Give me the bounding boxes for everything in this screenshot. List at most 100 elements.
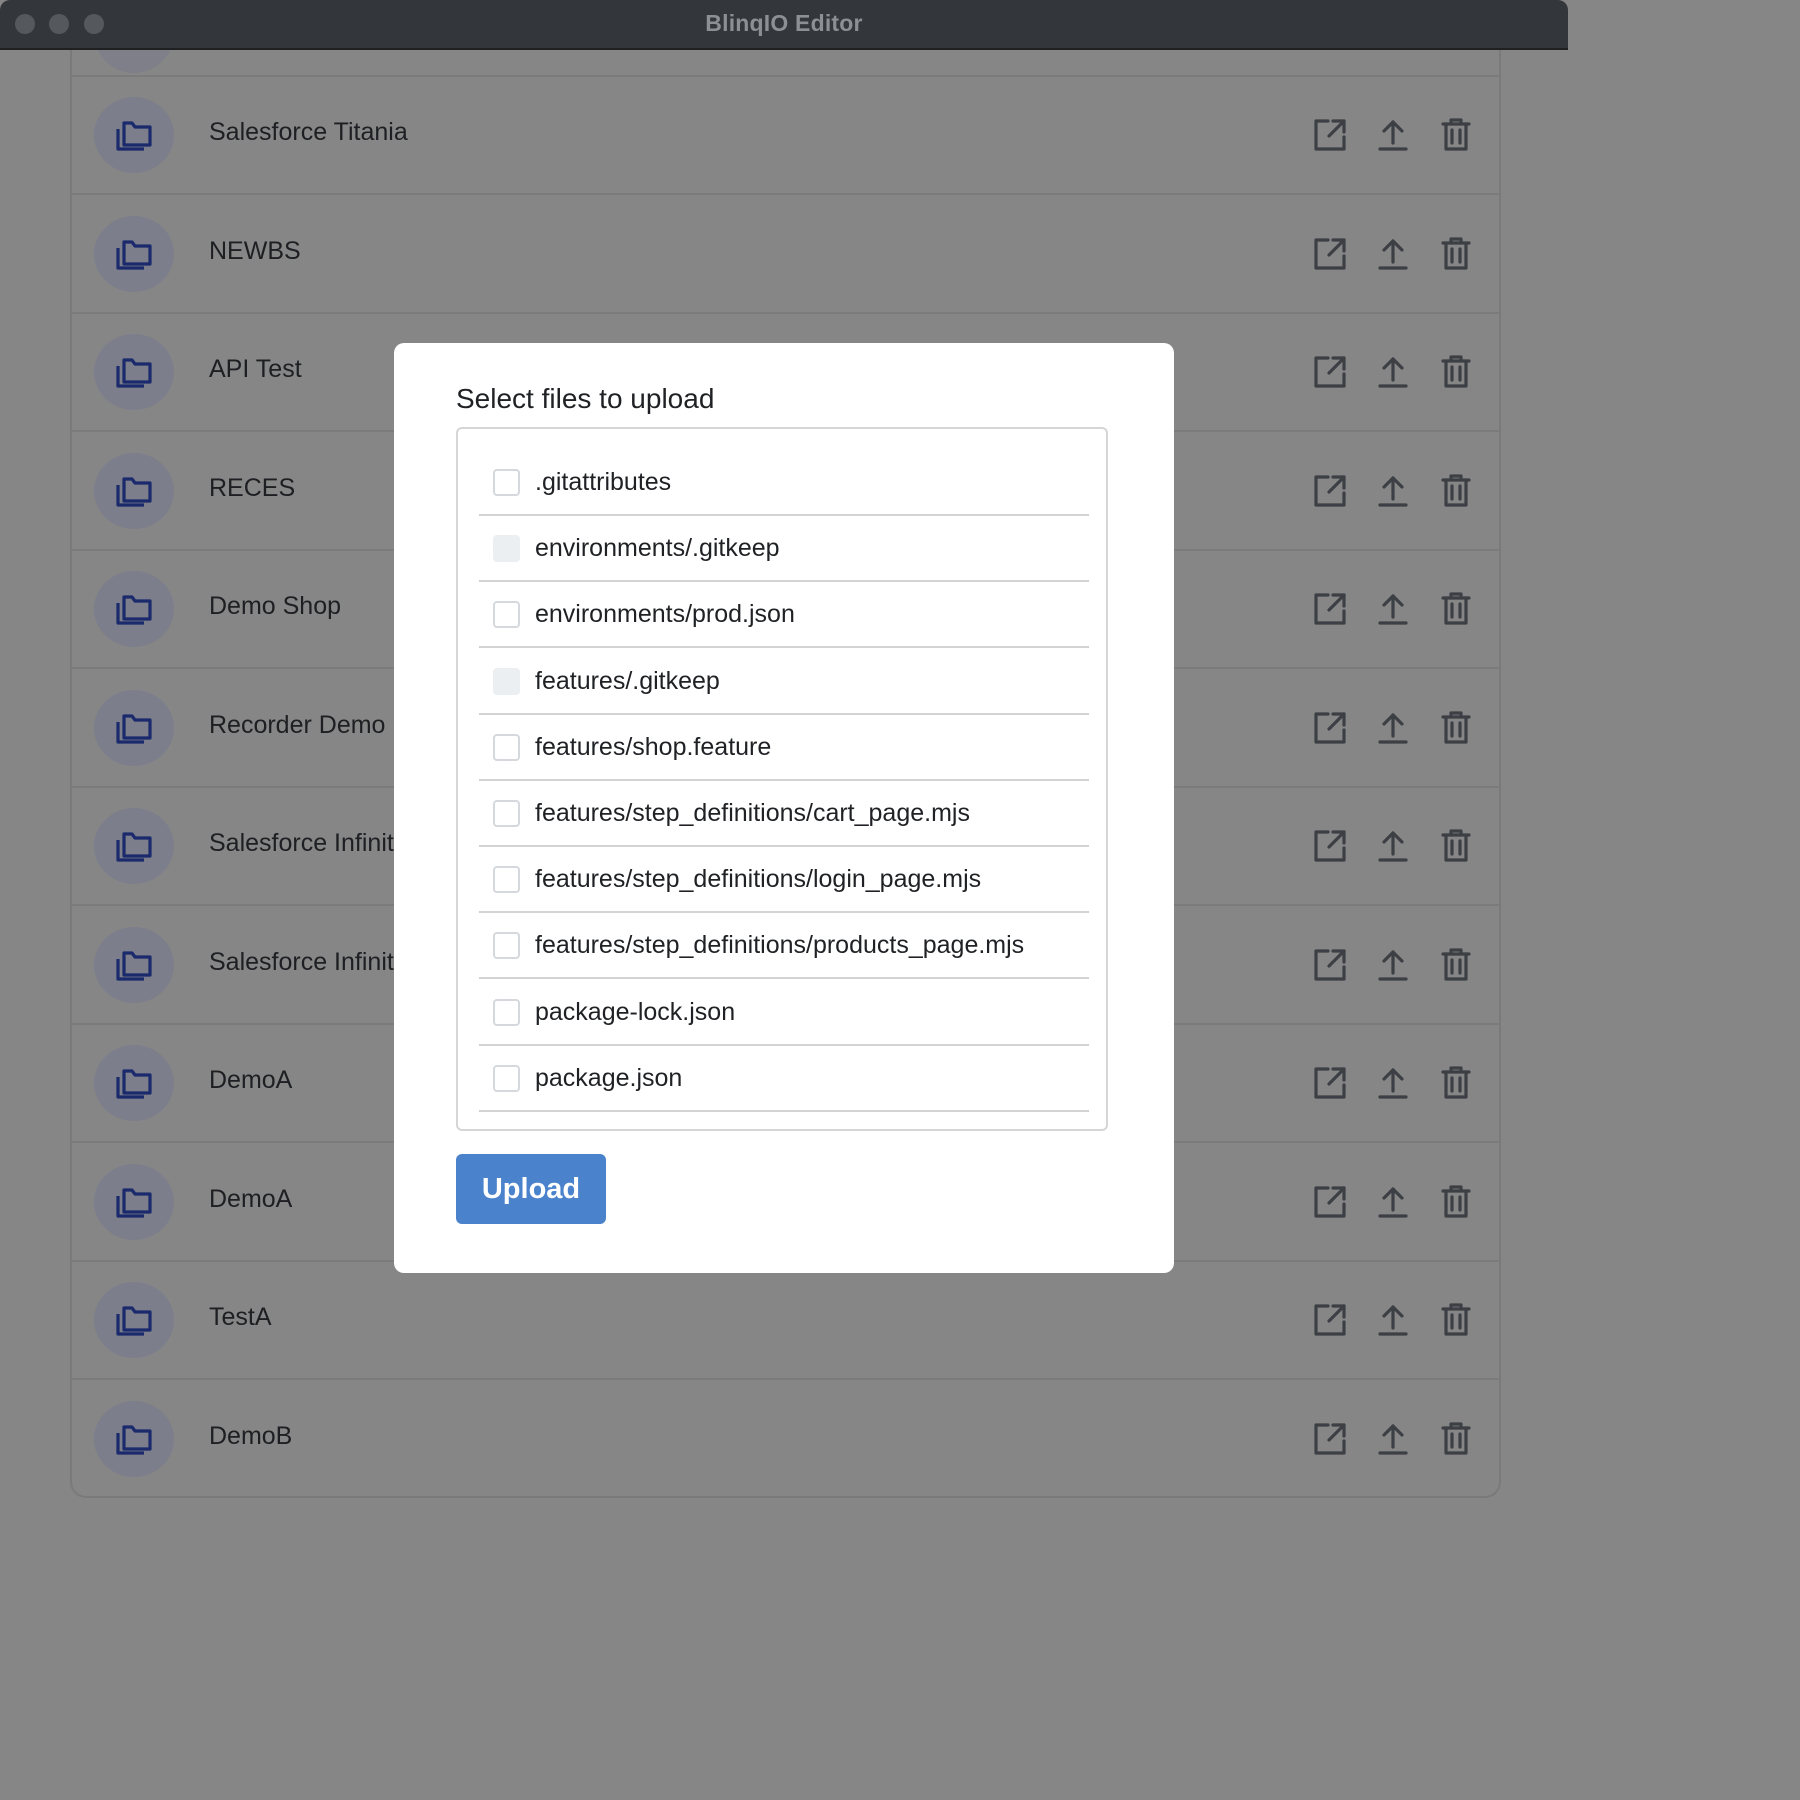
- project-name: NEWBS: [209, 236, 301, 265]
- upload-project-icon[interactable]: [1374, 1183, 1412, 1221]
- upload-project-icon[interactable]: [1374, 472, 1412, 510]
- folder-icon: [94, 1045, 174, 1121]
- file-checkbox: [493, 667, 520, 695]
- open-project-icon[interactable]: [1311, 1420, 1349, 1458]
- upload-project-icon[interactable]: [1374, 709, 1412, 747]
- project-row[interactable]: Salesforce Titania: [72, 76, 1499, 195]
- open-project-icon[interactable]: [1311, 1064, 1349, 1102]
- delete-project-icon[interactable]: [1437, 1183, 1475, 1221]
- project-row[interactable]: DemoB: [72, 1380, 1499, 1497]
- project-name: Salesforce Infinit: [209, 947, 394, 976]
- file-list-item: environments/.gitkeep: [479, 516, 1089, 583]
- file-list-item: features/step_definitions/cart_page.mjs: [479, 781, 1089, 847]
- file-list-item: features/step_definitions/login_page.mjs: [479, 847, 1089, 914]
- upload-project-icon[interactable]: [1374, 1420, 1412, 1458]
- delete-project-icon[interactable]: [1437, 116, 1475, 154]
- project-name: API Test: [209, 355, 302, 383]
- upload-project-icon[interactable]: [1374, 235, 1412, 273]
- delete-project-icon[interactable]: [1437, 472, 1475, 510]
- open-project-icon[interactable]: [1311, 827, 1349, 865]
- delete-project-icon[interactable]: [1437, 709, 1475, 747]
- open-project-icon[interactable]: [1311, 472, 1349, 510]
- open-project-icon[interactable]: [1311, 709, 1349, 747]
- upload-project-icon[interactable]: [1374, 116, 1412, 154]
- file-list-item: .gitattributes: [479, 450, 1089, 516]
- file-checkbox: [493, 535, 520, 563]
- project-row[interactable]: TestA: [72, 1261, 1499, 1380]
- upload-project-icon[interactable]: [1374, 1301, 1412, 1339]
- folder-icon: [94, 689, 174, 766]
- upload-project-icon[interactable]: [1374, 946, 1412, 984]
- file-name: package-lock.json: [535, 997, 736, 1026]
- project-name: Demo Shop: [209, 592, 342, 620]
- upload-project-icon[interactable]: [1374, 590, 1412, 628]
- file-name: package.json: [535, 1063, 683, 1092]
- delete-project-icon[interactable]: [1437, 946, 1475, 984]
- open-project-icon[interactable]: [1311, 946, 1349, 984]
- open-project-icon[interactable]: [1311, 116, 1349, 154]
- file-list-item: package-lock.json: [479, 980, 1089, 1046]
- project-icon-partial: [94, 50, 174, 73]
- upload-project-icon[interactable]: [1374, 353, 1412, 391]
- open-project-icon[interactable]: [1311, 235, 1349, 273]
- upload-project-icon[interactable]: [1374, 1064, 1412, 1102]
- open-project-icon[interactable]: [1311, 1301, 1349, 1339]
- folder-icon: [94, 1400, 174, 1477]
- project-name: RECES: [209, 473, 296, 502]
- folder-icon: [94, 452, 174, 529]
- project-name: Salesforce Infinit: [209, 829, 394, 857]
- project-name: DemoB: [209, 1421, 293, 1450]
- file-list: .gitattributes environments/.gitkeep envir…: [456, 427, 1108, 1131]
- file-name: .gitattributes: [535, 468, 672, 496]
- open-project-icon[interactable]: [1311, 1183, 1349, 1221]
- file-name: environments/.gitkeep: [535, 534, 780, 563]
- delete-project-icon[interactable]: [1437, 590, 1475, 628]
- file-checkbox[interactable]: [493, 998, 520, 1026]
- file-checkbox[interactable]: [493, 601, 520, 629]
- file-checkbox[interactable]: [493, 800, 520, 827]
- file-list-item: features/step_definitions/products_page.…: [479, 913, 1089, 980]
- window-title: BlinqIO Editor: [705, 10, 863, 36]
- file-list-item: environments/prod.json: [479, 582, 1089, 649]
- file-name: features/.gitkeep: [535, 666, 720, 695]
- upload-project-icon[interactable]: [1374, 827, 1412, 865]
- file-name: features/step_definitions/cart_page.mjs: [535, 799, 970, 827]
- open-project-icon[interactable]: [1311, 590, 1349, 628]
- project-name: TestA: [209, 1303, 272, 1331]
- project-name: Salesforce Titania: [209, 118, 408, 146]
- project-row-partial: [72, 50, 1499, 77]
- file-checkbox[interactable]: [493, 469, 520, 496]
- delete-project-icon[interactable]: [1437, 827, 1475, 865]
- project-name: DemoA: [209, 1066, 293, 1094]
- file-checkbox[interactable]: [493, 1064, 520, 1092]
- folder-icon: [94, 571, 174, 647]
- file-list-item: package.json: [479, 1046, 1089, 1112]
- project-row[interactable]: NEWBS: [72, 195, 1499, 314]
- file-name: features/shop.feature: [535, 732, 772, 761]
- delete-project-icon[interactable]: [1437, 1420, 1475, 1458]
- open-project-icon[interactable]: [1311, 353, 1349, 391]
- file-list-item: features/.gitkeep: [479, 649, 1089, 715]
- file-checkbox[interactable]: [493, 866, 520, 894]
- folder-icon: [94, 1163, 174, 1240]
- file-list-item: features/shop.feature: [479, 715, 1089, 781]
- upload-button[interactable]: Upload: [456, 1154, 606, 1224]
- file-name: features/step_definitions/products_page.…: [535, 931, 1025, 960]
- modal-title: Select files to upload: [456, 383, 715, 414]
- folder-icon: [94, 97, 174, 173]
- file-checkbox[interactable]: [493, 932, 520, 960]
- folder-icon: [94, 1282, 174, 1358]
- project-name: Recorder Demo: [209, 710, 386, 739]
- delete-project-icon[interactable]: [1437, 235, 1475, 273]
- delete-project-icon[interactable]: [1437, 1301, 1475, 1339]
- delete-project-icon[interactable]: [1437, 1064, 1475, 1102]
- file-name: features/step_definitions/login_page.mjs: [535, 865, 982, 894]
- window-titlebar: BlinqIO Editor: [0, 0, 1568, 50]
- folder-icon: [94, 926, 174, 1003]
- file-name: environments/prod.json: [535, 600, 795, 629]
- folder-icon: [94, 334, 174, 410]
- project-name: DemoA: [209, 1184, 293, 1213]
- file-checkbox[interactable]: [493, 733, 520, 761]
- delete-project-icon[interactable]: [1437, 353, 1475, 391]
- upload-files-modal: Select files to upload .gitattributes env…: [394, 343, 1174, 1273]
